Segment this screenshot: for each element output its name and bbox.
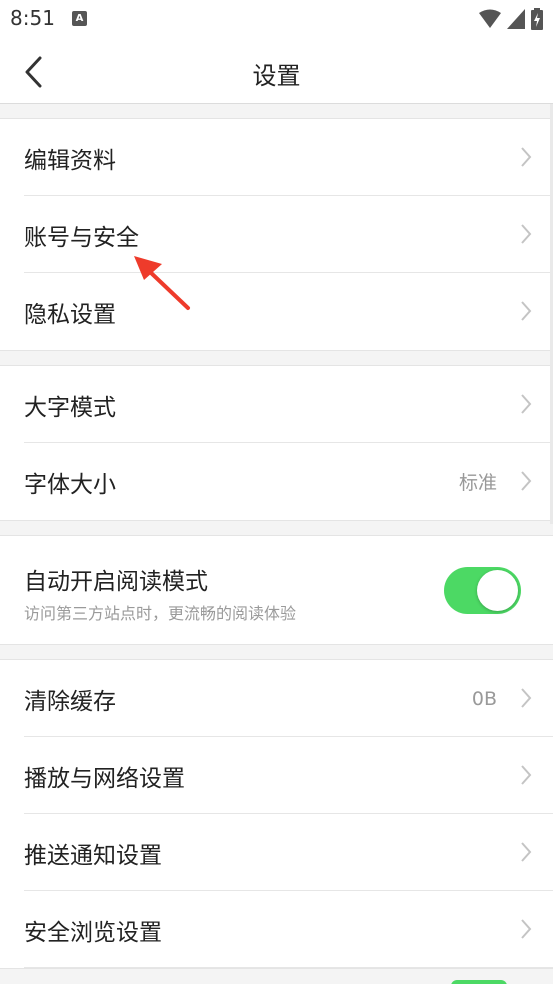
settings-row-edit-profile[interactable]: 编辑资料: [0, 119, 553, 196]
row-label: 字体大小: [24, 471, 116, 498]
settings-row-account-security[interactable]: 账号与安全: [0, 196, 553, 273]
wifi-icon: [479, 9, 501, 28]
settings-row-reading-mode: 自动开启阅读模式 访问第三方站点时，更流畅的阅读体验: [0, 536, 553, 644]
account-section: 编辑资料 账号与安全 隐私设置: [0, 118, 553, 351]
app-header: 设置: [0, 38, 553, 104]
chevron-right-icon: [521, 765, 532, 785]
status-icons: [479, 8, 543, 30]
chevron-right-icon: [521, 688, 532, 708]
chevron-right-icon: [521, 919, 532, 939]
settings-screen: 8:51 A 设置 编辑资料 账号与安全 隐私设置 大字模式 字体大小 标准 自…: [0, 0, 553, 984]
reading-mode-title: 自动开启阅读模式: [24, 569, 208, 595]
chevron-right-icon: [521, 147, 532, 167]
settings-row-privacy[interactable]: 隐私设置: [0, 273, 553, 350]
annotation-arrow-icon: [134, 256, 190, 310]
row-label: 账号与安全: [24, 224, 139, 251]
row-divider: [24, 967, 553, 968]
reading-mode-section: 自动开启阅读模式 访问第三方站点时，更流畅的阅读体验: [0, 535, 553, 645]
status-bar: 8:51 A: [0, 0, 553, 38]
row-label: 播放与网络设置: [24, 765, 185, 792]
row-label: 推送通知设置: [24, 842, 162, 869]
settings-row-playback-network[interactable]: 播放与网络设置: [0, 737, 553, 814]
row-value: 标准: [458, 472, 497, 494]
display-section: 大字模式 字体大小 标准: [0, 365, 553, 521]
row-value: 0B: [471, 687, 497, 710]
settings-row-safe-browsing[interactable]: 安全浏览设置: [0, 891, 553, 968]
chevron-right-icon: [521, 842, 532, 862]
row-label: 隐私设置: [24, 301, 116, 328]
general-section: 清除缓存 0B 播放与网络设置 推送通知设置 安全浏览设置: [0, 659, 553, 969]
reading-mode-toggle[interactable]: [444, 567, 521, 614]
battery-icon: [531, 8, 543, 30]
chevron-right-icon: [521, 471, 532, 491]
row-label: 清除缓存: [24, 688, 116, 715]
next-toggle-peek: [451, 980, 507, 984]
settings-row-clear-cache[interactable]: 清除缓存 0B: [0, 660, 553, 737]
settings-row-font-size[interactable]: 字体大小 标准: [0, 443, 553, 520]
settings-row-push-notifications[interactable]: 推送通知设置: [0, 814, 553, 891]
chevron-right-icon: [521, 301, 532, 321]
toggle-knob: [477, 570, 518, 611]
row-label: 安全浏览设置: [24, 919, 162, 946]
notification-icon: A: [72, 11, 87, 26]
row-label: 大字模式: [24, 394, 116, 421]
settings-row-large-text[interactable]: 大字模式: [0, 366, 553, 443]
page-title: 设置: [252, 62, 301, 90]
signal-icon: [507, 9, 525, 29]
chevron-right-icon: [521, 224, 532, 244]
row-label: 编辑资料: [24, 147, 116, 174]
reading-mode-subtitle: 访问第三方站点时，更流畅的阅读体验: [24, 604, 297, 623]
status-time: 8:51: [10, 6, 55, 30]
chevron-right-icon: [521, 394, 532, 414]
